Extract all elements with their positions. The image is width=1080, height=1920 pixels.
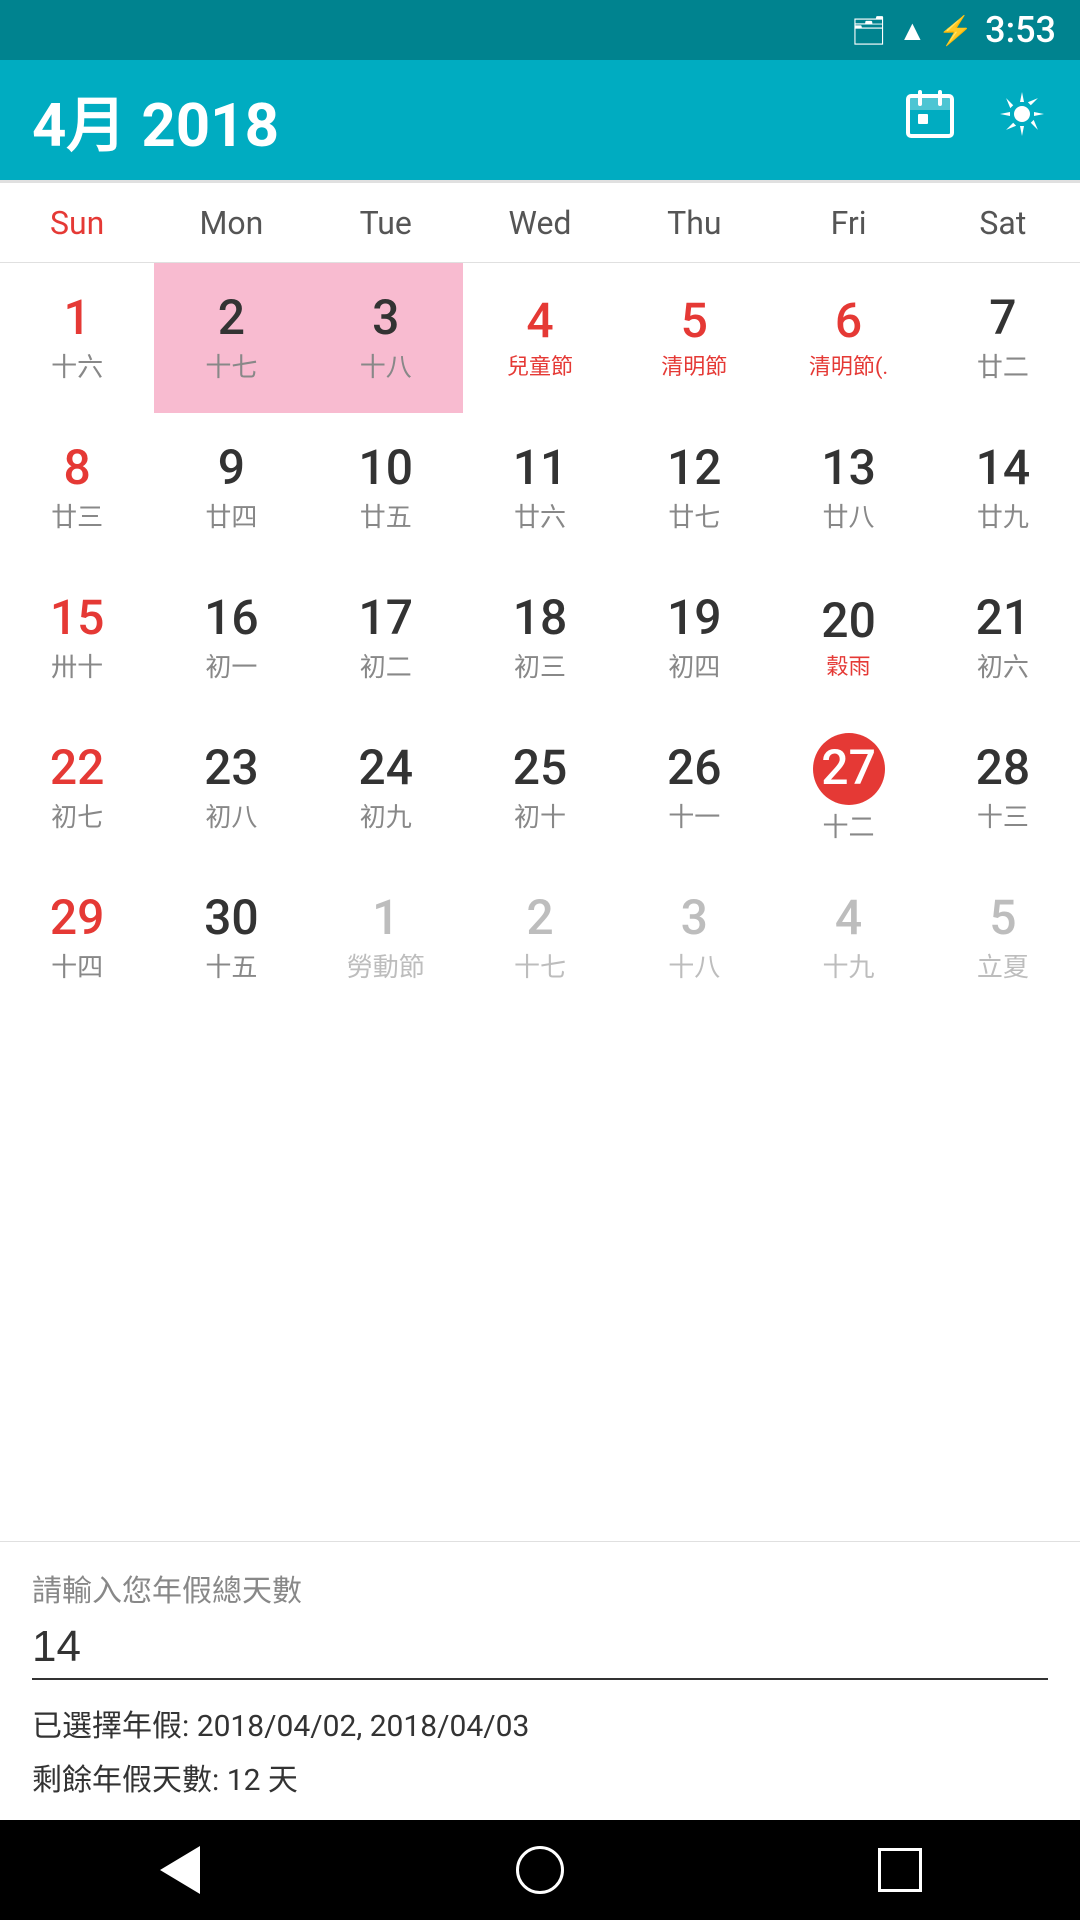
week-3: 15 卅十 16 初一 17 初二 18 初三 19 初四 20 穀雨 21 初… [0,563,1080,713]
day-11[interactable]: 11 廿六 [463,413,617,563]
day-may-5[interactable]: 5 立夏 [926,863,1080,1013]
signal-icon: ▲ [899,14,927,47]
status-time: 3:53 [985,9,1056,51]
day-may-3[interactable]: 3 十八 [617,863,771,1013]
day-2[interactable]: 2 十七 [154,263,308,413]
recents-button[interactable] [860,1830,940,1910]
remaining-days: 剩餘年假天數: 12 天 [32,1754,1048,1808]
day-30[interactable]: 30 十五 [154,863,308,1013]
day-18[interactable]: 18 初三 [463,563,617,713]
day-24[interactable]: 24 初九 [309,713,463,863]
day-28[interactable]: 28 十三 [926,713,1080,863]
day-12[interactable]: 12 廿七 [617,413,771,563]
day-15[interactable]: 15 卅十 [0,563,154,713]
weekday-wed: Wed [463,183,617,262]
day-22[interactable]: 22 初七 [0,713,154,863]
day-1[interactable]: 1 十六 [0,263,154,413]
home-button[interactable] [500,1830,580,1910]
day-21[interactable]: 21 初六 [926,563,1080,713]
weekday-fri: Fri [771,183,925,262]
settings-icon[interactable] [996,88,1048,152]
day-5[interactable]: 5 清明節 [617,263,771,413]
day-may-1[interactable]: 1 勞動節 [309,863,463,1013]
header-icons [904,88,1048,152]
day-26[interactable]: 26 十一 [617,713,771,863]
status-icons: 🗂 ▲ ⚡ 3:53 [851,9,1056,51]
nav-bar [0,1820,1080,1920]
calendar: Sun Mon Tue Wed Thu Fri Sat 1 十六 2 十七 3 … [0,183,1080,1013]
week-5: 29 十四 30 十五 1 勞動節 2 十七 3 十八 4 十九 5 立夏 [0,863,1080,1013]
day-27[interactable]: 27 十二 [771,713,925,863]
input-label: 請輸入您年假總天數 [32,1566,1048,1610]
annual-leave-input[interactable] [32,1622,1048,1680]
day-13[interactable]: 13 廿八 [771,413,925,563]
day-may-2[interactable]: 2 十七 [463,863,617,1013]
selected-dates: 已選擇年假: 2018/04/02, 2018/04/03 [32,1700,1048,1754]
battery-icon: ⚡ [938,14,973,47]
weekday-header: Sun Mon Tue Wed Thu Fri Sat [0,183,1080,263]
weekday-sat: Sat [926,183,1080,262]
day-8[interactable]: 8 廿三 [0,413,154,563]
bottom-section: 請輸入您年假總天數 已選擇年假: 2018/04/02, 2018/04/03 … [0,1541,1080,1820]
day-7[interactable]: 7 廿二 [926,263,1080,413]
day-may-4[interactable]: 4 十九 [771,863,925,1013]
week-1: 1 十六 2 十七 3 十八 4 兒童節 5 清明節 6 清明節(. 7 廿二 [0,263,1080,413]
day-3[interactable]: 3 十八 [309,263,463,413]
weekday-tue: Tue [309,183,463,262]
status-bar: 🗂 ▲ ⚡ 3:53 [0,0,1080,60]
day-6[interactable]: 6 清明節(. [771,263,925,413]
day-16[interactable]: 16 初一 [154,563,308,713]
day-14[interactable]: 14 廿九 [926,413,1080,563]
day-17[interactable]: 17 初二 [309,563,463,713]
app-header: 4月 2018 [0,60,1080,180]
week-2: 8 廿三 9 廿四 10 廿五 11 廿六 12 廿七 13 廿八 14 廿九 [0,413,1080,563]
month-year-title: 4月 2018 [32,77,904,164]
weekday-mon: Mon [154,183,308,262]
day-19[interactable]: 19 初四 [617,563,771,713]
weekday-thu: Thu [617,183,771,262]
sd-card-icon: 🗂 [851,14,887,47]
day-20[interactable]: 20 穀雨 [771,563,925,713]
weekday-sun: Sun [0,183,154,262]
calendar-icon[interactable] [904,88,956,152]
day-25[interactable]: 25 初十 [463,713,617,863]
day-29[interactable]: 29 十四 [0,863,154,1013]
back-button[interactable] [140,1830,220,1910]
day-23[interactable]: 23 初八 [154,713,308,863]
week-4: 22 初七 23 初八 24 初九 25 初十 26 十一 27 十二 28 十… [0,713,1080,863]
day-10[interactable]: 10 廿五 [309,413,463,563]
day-9[interactable]: 9 廿四 [154,413,308,563]
day-4[interactable]: 4 兒童節 [463,263,617,413]
selected-info: 已選擇年假: 2018/04/02, 2018/04/03 剩餘年假天數: 12… [32,1700,1048,1808]
